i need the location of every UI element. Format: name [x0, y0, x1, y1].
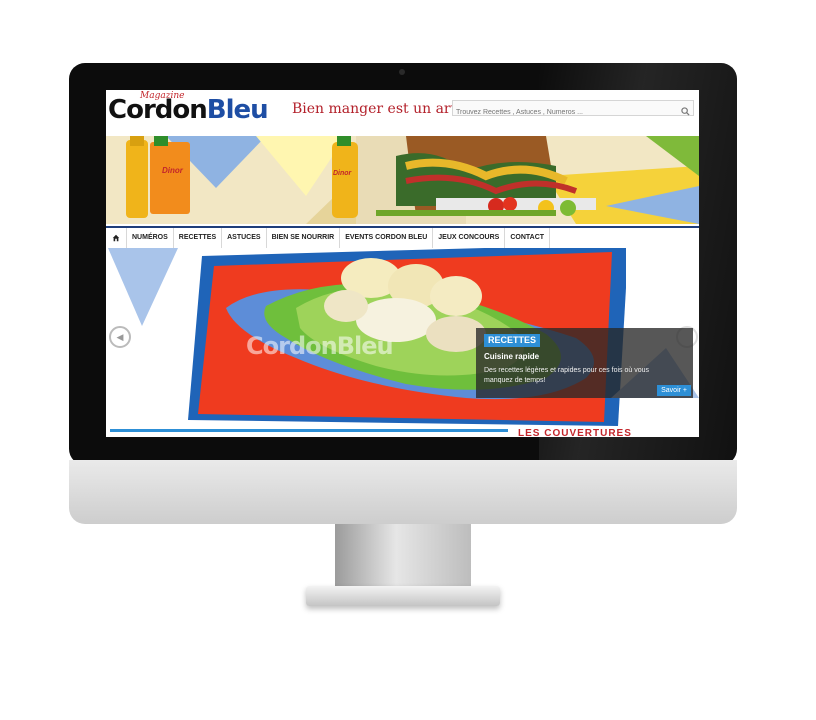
camera-dot [399, 69, 405, 75]
chevron-left-icon: ◀ [116, 332, 124, 342]
hero-slider: CordonBleu ◀ RECETTES Cuisine rapide Des… [106, 248, 699, 426]
slide-caption: RECETTES Cuisine rapide Des recettes lég… [476, 328, 693, 398]
banner-art [106, 136, 699, 224]
read-more-button[interactable]: Savoir + [657, 385, 691, 396]
nav-numeros[interactable]: NUMÉROS [127, 228, 174, 248]
nav-home[interactable] [106, 228, 127, 248]
nav-contact[interactable]: CONTACT [505, 228, 551, 248]
site-tagline: Bien manger est un art [292, 101, 457, 117]
site-logo[interactable]: CordonBleu [108, 95, 269, 125]
main-nav: NUMÉROS RECETTES ASTUCES BIEN SE NOURRIR… [106, 226, 699, 249]
nav-bien-se-nourrir[interactable]: BIEN SE NOURRIR [267, 228, 341, 248]
monitor-base [306, 586, 500, 606]
banner-brand-label: Dinor [162, 166, 183, 175]
search-input[interactable] [453, 105, 679, 120]
slide-watermark: CordonBleu [246, 332, 394, 360]
slide-category-badge[interactable]: RECETTES [484, 334, 541, 347]
slider-prev-button[interactable]: ◀ [109, 326, 131, 348]
section-divider [110, 429, 508, 432]
monitor-stand [335, 524, 471, 588]
web-page: Magazine CordonBleu Bien manger est un a… [106, 90, 699, 437]
logo-part-cordon: Cordon [108, 95, 208, 125]
nav-astuces[interactable]: ASTUCES [222, 228, 267, 248]
nav-events-cordon-bleu[interactable]: EVENTS CORDON BLEU [340, 228, 434, 248]
site-header: Magazine CordonBleu Bien manger est un a… [106, 90, 699, 132]
slide-description: Des recettes légères et rapides pour ces… [484, 367, 649, 384]
screen: Magazine CordonBleu Bien manger est un a… [96, 88, 709, 437]
search-icon[interactable] [681, 103, 690, 121]
nav-jeux-concours[interactable]: JEUX CONCOURS [433, 228, 506, 248]
monitor-chin [69, 460, 737, 524]
header-banner: Dinor Dinor [106, 136, 699, 224]
section-heading: LES COUVERTURES [518, 428, 632, 437]
home-icon [112, 234, 120, 242]
search-box [452, 100, 694, 120]
slide-title[interactable]: Cuisine rapide [484, 352, 539, 361]
nav-recettes[interactable]: RECETTES [174, 228, 223, 248]
banner-brand-label-2: Dinor [333, 170, 352, 177]
logo-part-bleu: Bleu [206, 95, 269, 125]
